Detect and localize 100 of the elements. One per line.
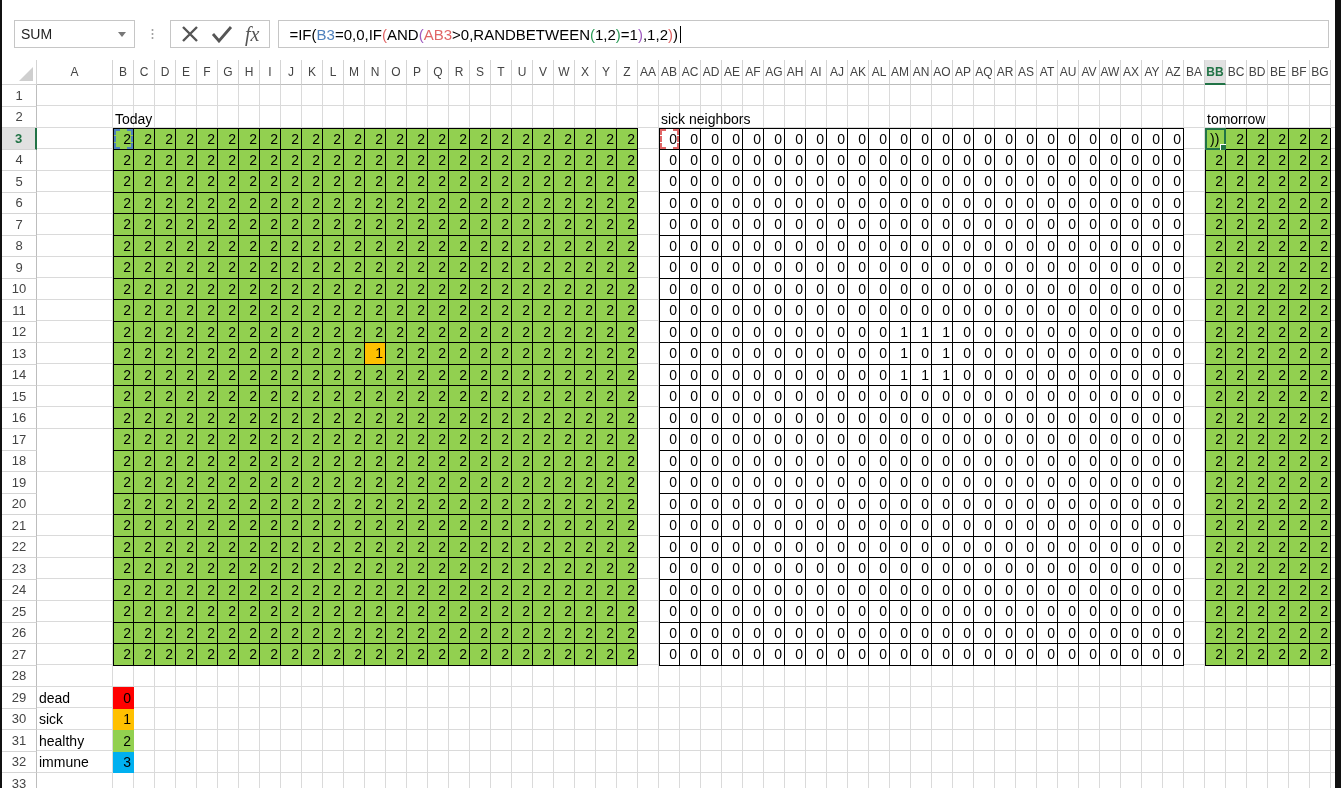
column-header[interactable]: AL xyxy=(869,60,890,85)
column-header[interactable]: A xyxy=(37,60,113,85)
column-header[interactable]: AY xyxy=(1142,60,1163,85)
row-header[interactable]: 27 xyxy=(2,644,37,666)
column-header[interactable]: AE xyxy=(722,60,743,85)
formula-field[interactable]: =IF(B3=0,0,IF(AND(AB3>0,RANDBETWEEN(1,2)=1),1,2)) xyxy=(278,20,1329,48)
column-header[interactable]: D xyxy=(155,60,176,85)
column-header[interactable]: AH xyxy=(785,60,806,85)
row-header[interactable]: 10 xyxy=(2,278,37,300)
table-cell: 2 xyxy=(1268,493,1289,515)
column-header[interactable]: AB xyxy=(659,60,680,85)
row-header[interactable]: 15 xyxy=(2,386,37,408)
column-header[interactable]: AO xyxy=(932,60,953,85)
column-header[interactable]: AA xyxy=(638,60,659,85)
row-header[interactable]: 2 xyxy=(2,106,37,128)
column-header[interactable]: N xyxy=(365,60,386,85)
column-header[interactable]: W xyxy=(554,60,575,85)
row-header[interactable]: 28 xyxy=(2,665,37,687)
column-header[interactable]: T xyxy=(491,60,512,85)
insert-function-button[interactable]: fx xyxy=(245,22,260,46)
row-header[interactable]: 3 xyxy=(2,128,37,150)
column-header[interactable]: AF xyxy=(743,60,764,85)
row-header[interactable]: 29 xyxy=(2,687,37,709)
column-header[interactable]: K xyxy=(302,60,323,85)
column-header[interactable]: M xyxy=(344,60,365,85)
column-header[interactable]: AT xyxy=(1037,60,1058,85)
column-header[interactable]: AM xyxy=(890,60,911,85)
column-header[interactable]: H xyxy=(239,60,260,85)
column-header[interactable]: X xyxy=(575,60,596,85)
row-header[interactable]: 24 xyxy=(2,579,37,601)
row-header[interactable]: 1 xyxy=(2,85,37,107)
column-header[interactable]: AW xyxy=(1100,60,1121,85)
column-header[interactable]: AG xyxy=(764,60,785,85)
column-header[interactable]: AN xyxy=(911,60,932,85)
row-header[interactable]: 21 xyxy=(2,515,37,537)
column-header[interactable]: V xyxy=(533,60,554,85)
row-header[interactable]: 30 xyxy=(2,708,37,730)
column-header[interactable]: BG xyxy=(1310,60,1331,85)
row-header[interactable]: 6 xyxy=(2,192,37,214)
name-box[interactable]: SUM xyxy=(14,20,135,48)
column-header[interactable]: J xyxy=(281,60,302,85)
row-header[interactable]: 20 xyxy=(2,493,37,515)
column-header[interactable]: AR xyxy=(995,60,1016,85)
caret-icon[interactable] xyxy=(118,31,126,37)
column-header[interactable]: F xyxy=(197,60,218,85)
column-header[interactable]: BB xyxy=(1205,60,1226,85)
column-header[interactable]: AJ xyxy=(827,60,848,85)
row-header[interactable]: 26 xyxy=(2,622,37,644)
table-cell: 0 xyxy=(1058,343,1079,365)
column-header[interactable]: BD xyxy=(1247,60,1268,85)
column-header[interactable]: AS xyxy=(1016,60,1037,85)
column-header[interactable]: I xyxy=(260,60,281,85)
row-header[interactable]: 9 xyxy=(2,257,37,279)
column-header[interactable]: BC xyxy=(1226,60,1247,85)
column-header[interactable]: Z xyxy=(617,60,638,85)
column-header[interactable]: AD xyxy=(701,60,722,85)
row-header[interactable]: 5 xyxy=(2,171,37,193)
column-header[interactable]: B xyxy=(113,60,134,85)
column-header[interactable]: G xyxy=(218,60,239,85)
column-header[interactable]: P xyxy=(407,60,428,85)
row-header[interactable]: 18 xyxy=(2,450,37,472)
column-header[interactable]: BF xyxy=(1289,60,1310,85)
table-cell: 0 xyxy=(1142,149,1163,171)
column-header[interactable]: AI xyxy=(806,60,827,85)
row-header[interactable]: 17 xyxy=(2,429,37,451)
column-header[interactable]: AQ xyxy=(974,60,995,85)
column-header[interactable]: AP xyxy=(953,60,974,85)
row-header[interactable]: 25 xyxy=(2,601,37,623)
column-header[interactable]: Y xyxy=(596,60,617,85)
row-header[interactable]: 7 xyxy=(2,214,37,236)
row-header[interactable]: 31 xyxy=(2,730,37,752)
column-header[interactable]: S xyxy=(470,60,491,85)
column-header[interactable]: U xyxy=(512,60,533,85)
row-header[interactable]: 12 xyxy=(2,321,37,343)
column-header[interactable]: BE xyxy=(1268,60,1289,85)
column-header[interactable]: E xyxy=(176,60,197,85)
row-header[interactable]: 16 xyxy=(2,407,37,429)
table-cell: 2 xyxy=(575,407,596,429)
column-header[interactable]: BA xyxy=(1184,60,1205,85)
column-header[interactable]: AV xyxy=(1079,60,1100,85)
row-header[interactable]: 13 xyxy=(2,343,37,365)
column-header[interactable]: AK xyxy=(848,60,869,85)
column-header[interactable]: AU xyxy=(1058,60,1079,85)
column-header[interactable]: R xyxy=(449,60,470,85)
column-header[interactable]: Q xyxy=(428,60,449,85)
column-header[interactable]: L xyxy=(323,60,344,85)
column-header[interactable]: O xyxy=(386,60,407,85)
row-header[interactable]: 4 xyxy=(2,149,37,171)
table-cell: 0 xyxy=(1079,558,1100,580)
row-header[interactable]: 22 xyxy=(2,536,37,558)
row-header[interactable]: 8 xyxy=(2,235,37,257)
row-header[interactable]: 14 xyxy=(2,364,37,386)
row-header[interactable]: 23 xyxy=(2,558,37,580)
column-header[interactable]: AX xyxy=(1121,60,1142,85)
column-header[interactable]: AZ xyxy=(1163,60,1184,85)
row-header[interactable]: 32 xyxy=(2,751,37,773)
row-header[interactable]: 11 xyxy=(2,300,37,322)
column-header[interactable]: AC xyxy=(680,60,701,85)
column-header[interactable]: C xyxy=(134,60,155,85)
row-header[interactable]: 19 xyxy=(2,472,37,494)
